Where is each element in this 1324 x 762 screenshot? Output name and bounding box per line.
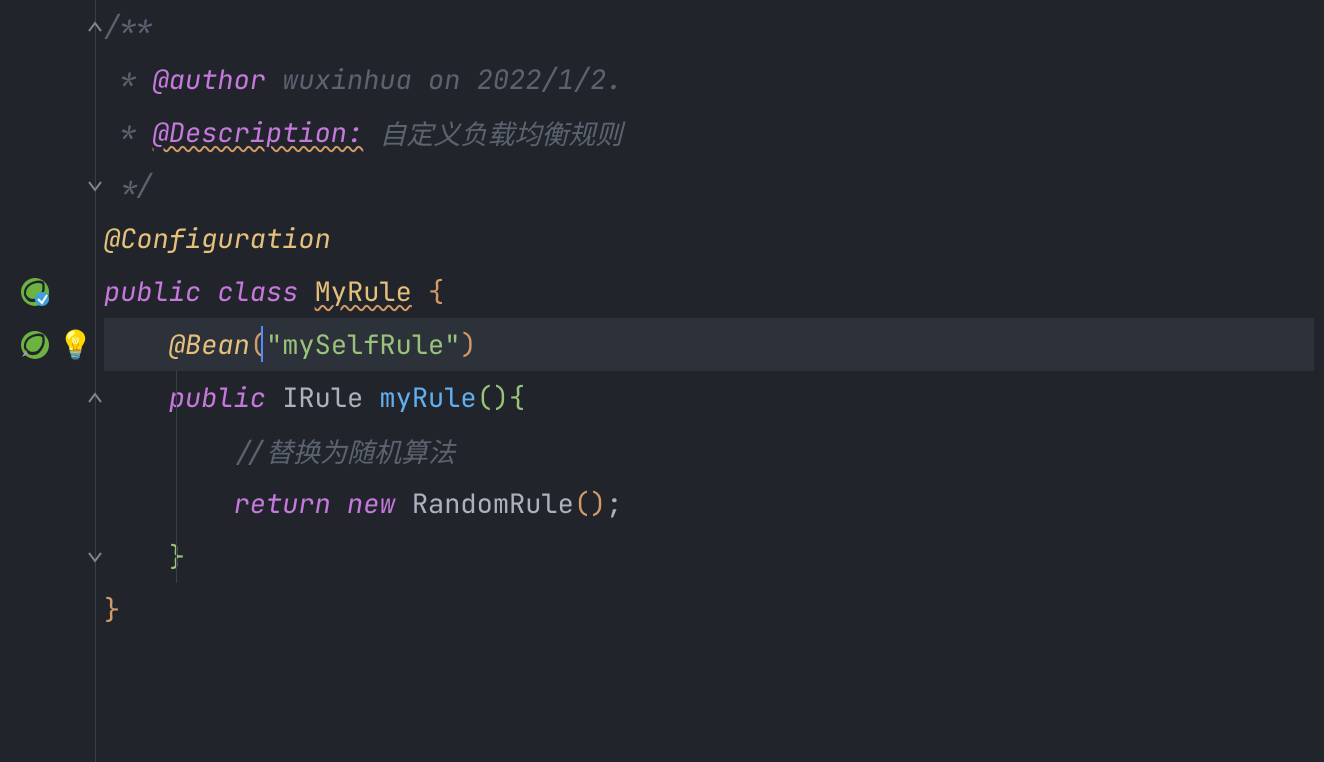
gutter-row	[0, 583, 104, 636]
doc-star: *	[104, 115, 153, 151]
code-line[interactable]: public class MyRule {	[104, 265, 1314, 318]
method-name: myRule	[379, 380, 476, 416]
doc-star: *	[104, 62, 153, 98]
gutter-row	[0, 53, 104, 106]
string-literal: "mySelfRule"	[266, 327, 460, 363]
indent-guide	[176, 530, 177, 583]
code-line[interactable]: }	[104, 530, 1314, 583]
brace-open: {	[412, 274, 444, 310]
gutter-row	[0, 371, 104, 424]
code-line[interactable]: return new RandomRule();	[104, 477, 1314, 530]
class-name: MyRule	[315, 274, 412, 310]
code-line[interactable]: /**	[104, 0, 1314, 53]
gutter-row	[0, 265, 104, 318]
gutter-row	[0, 424, 104, 477]
doc-author-tag: @author	[153, 62, 266, 98]
code-line[interactable]: */	[104, 159, 1314, 212]
gutter-row	[0, 106, 104, 159]
keyword-public: public	[169, 380, 266, 416]
doc-comment-open: /**	[104, 9, 153, 45]
line-comment: //替换为随机算法	[234, 431, 455, 471]
semicolon: ;	[606, 486, 622, 522]
keyword-new: new	[347, 486, 396, 522]
paren-close: )	[460, 327, 476, 363]
annotation-configuration: @Configuration	[104, 221, 331, 257]
gutter-row	[0, 212, 104, 265]
doc-description-tag: @Description:	[153, 115, 364, 151]
code-line[interactable]: public IRule myRule(){	[104, 371, 1314, 424]
annotation-bean: @Bean	[169, 327, 250, 363]
doc-comment-close: */	[104, 168, 153, 204]
spring-component-icon[interactable]	[18, 275, 52, 309]
gutter-row	[0, 477, 104, 530]
gutter-row: 💡	[0, 318, 104, 371]
gutter-row	[0, 159, 104, 212]
doc-author-text: wuxinhua on 2022/1/2.	[266, 62, 622, 98]
paren-open: (	[250, 327, 266, 363]
keyword-return: return	[234, 486, 331, 522]
code-line-current[interactable]: @Bean("mySelfRule")	[104, 318, 1314, 371]
keyword-class: class	[217, 274, 298, 310]
spring-bean-icon[interactable]	[18, 328, 52, 362]
intention-bulb-icon[interactable]: 💡	[58, 326, 93, 363]
code-line[interactable]: }	[104, 583, 1314, 636]
gutter-row	[0, 530, 104, 583]
ctor-parens: ()	[574, 486, 606, 522]
method-parens: ()	[477, 380, 509, 416]
indent-guide	[176, 371, 177, 424]
text-caret	[261, 326, 263, 362]
code-line[interactable]: @Configuration	[104, 212, 1314, 265]
gutter: 💡	[0, 0, 104, 762]
gutter-row	[0, 0, 104, 53]
brace-open: {	[509, 380, 525, 416]
code-line[interactable]: * @author wuxinhua on 2022/1/2.	[104, 53, 1314, 106]
keyword-public: public	[104, 274, 201, 310]
indent-guide	[176, 477, 177, 530]
code-area[interactable]: /** * @author wuxinhua on 2022/1/2. * @D…	[104, 0, 1324, 762]
doc-description-text: 自定义负载均衡规则	[363, 113, 622, 153]
fold-close-icon[interactable]	[86, 177, 104, 195]
code-line[interactable]: //替换为随机算法	[104, 424, 1314, 477]
code-line[interactable]: * @Description: 自定义负载均衡规则	[104, 106, 1314, 159]
constructor-name: RandomRule	[412, 486, 574, 522]
fold-close-icon[interactable]	[86, 548, 104, 566]
fold-open-icon[interactable]	[86, 389, 104, 407]
code-editor[interactable]: 💡 /** * @author wuxinhua on 2022/1/2. * …	[0, 0, 1324, 762]
indent-guide	[176, 424, 177, 477]
type-name: IRule	[282, 380, 363, 416]
fold-open-icon[interactable]	[86, 18, 104, 36]
brace-close: }	[104, 592, 120, 628]
